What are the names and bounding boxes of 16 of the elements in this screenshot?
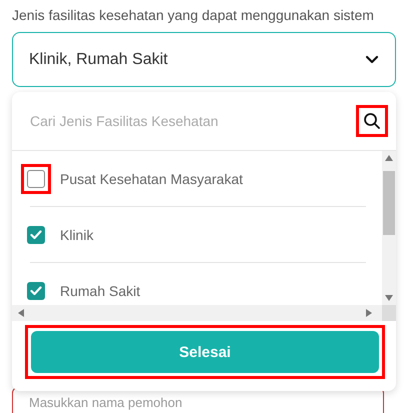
option-label[interactable]: Rumah Sakit [60,283,140,299]
horizontal-scrollbar[interactable] [12,305,382,321]
chevron-down-icon [365,55,379,64]
field-label: Jenis fasilitas kesehatan yang dapat menggunakan sistem [12,6,375,25]
checkbox[interactable] [27,282,45,300]
scroll-right-icon[interactable] [366,309,372,317]
option-label[interactable]: Klinik [60,226,94,242]
checkbox[interactable] [27,226,45,244]
checkbox[interactable] [27,170,45,188]
scrollbar-corner [382,305,396,321]
scroll-up-icon[interactable] [385,155,393,161]
scroll-left-icon[interactable] [18,309,24,317]
select-field[interactable]: Klinik, Rumah Sakit [12,32,396,87]
option-label[interactable]: Pusat Kesehatan Masyarakat [60,170,243,186]
vertical-scrollbar[interactable] [382,151,396,305]
scroll-down-icon[interactable] [385,295,393,301]
